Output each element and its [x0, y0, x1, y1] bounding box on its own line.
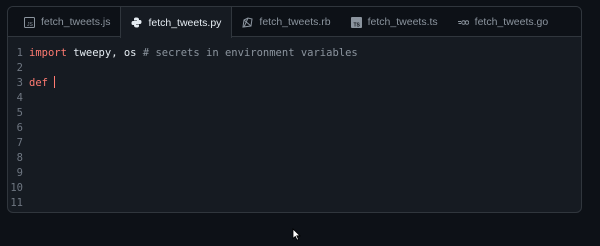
line-number: 8 — [16, 152, 23, 164]
tab-fetch-tweets-py[interactable]: fetch_tweets.py — [120, 7, 233, 38]
tab-fetch-tweets-go[interactable]: fetch_tweets.go — [448, 7, 559, 37]
line-number: 2 — [16, 62, 23, 74]
text-caret — [54, 76, 56, 88]
svg-text:TS: TS — [353, 22, 360, 28]
code-comment: # secrets in environment variables — [142, 47, 358, 59]
code-line: 2 — [8, 61, 581, 76]
file-tabs: JS fetch_tweets.js fetch_tweets.py fetch… — [8, 7, 581, 38]
code-area[interactable]: 1 import tweepy, os # secrets in environ… — [8, 37, 581, 211]
tab-fetch-tweets-rb[interactable]: fetch_tweets.rb — [232, 7, 340, 37]
line-number: 7 — [16, 137, 23, 149]
svg-text:JS: JS — [27, 22, 34, 28]
tab-label: fetch_tweets.go — [474, 16, 549, 28]
ruby-icon — [242, 16, 253, 28]
javascript-icon: JS — [24, 16, 35, 28]
code-line: 3 def — [8, 76, 581, 91]
def-keyword: def — [29, 77, 48, 89]
typescript-icon: TS — [350, 16, 362, 28]
tab-label: fetch_tweets.js — [41, 16, 111, 28]
code-line: 7 — [8, 136, 581, 151]
tab-label: fetch_tweets.py — [148, 16, 222, 29]
code-line: 11 — [8, 196, 581, 211]
go-icon — [457, 17, 469, 28]
line-number: 11 — [10, 197, 23, 209]
import-keyword: import — [29, 47, 67, 59]
code-line: 4 — [8, 91, 581, 106]
code-line: 5 — [8, 106, 581, 121]
line-number: 4 — [16, 92, 23, 104]
tab-label: fetch_tweets.ts — [367, 16, 438, 28]
python-icon — [131, 17, 142, 28]
line-number: 9 — [16, 167, 23, 179]
code-line: 1 import tweepy, os # secrets in environ… — [8, 46, 581, 61]
mouse-pointer-icon — [292, 228, 301, 246]
import-names: tweepy, os — [66, 47, 143, 59]
line-number: 5 — [16, 107, 23, 119]
line-number: 3 — [16, 77, 23, 89]
line-number: 1 — [16, 47, 23, 59]
tab-fetch-tweets-js[interactable]: JS fetch_tweets.js — [14, 7, 120, 37]
line-number: 10 — [10, 182, 23, 194]
tab-label: fetch_tweets.rb — [259, 16, 331, 28]
code-line: 9 — [8, 166, 581, 181]
line-number: 6 — [16, 122, 23, 134]
code-line: 10 — [8, 181, 581, 196]
code-editor: JS fetch_tweets.js fetch_tweets.py fetch… — [7, 6, 582, 213]
code-line: 6 — [8, 121, 581, 136]
tab-fetch-tweets-ts[interactable]: TS fetch_tweets.ts — [341, 7, 448, 37]
code-line: 8 — [8, 151, 581, 166]
